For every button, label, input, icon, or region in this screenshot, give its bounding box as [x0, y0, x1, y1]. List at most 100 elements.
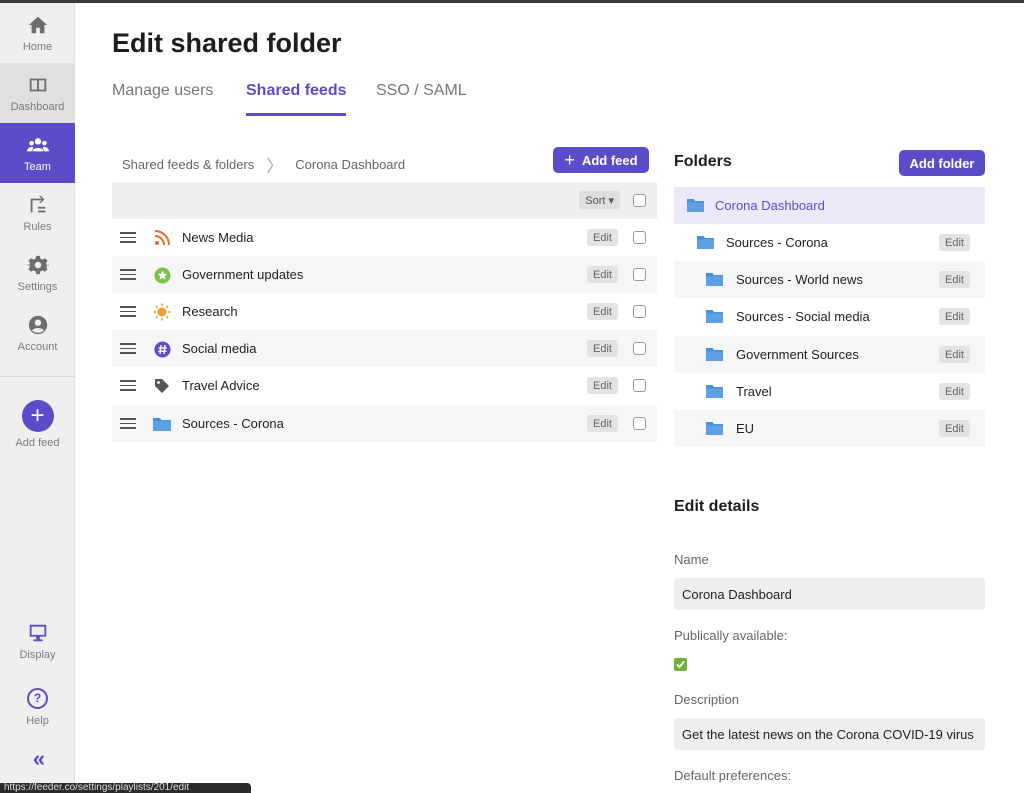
- edit-feed-button[interactable]: Edit: [587, 377, 618, 394]
- sidebar-item-home[interactable]: Home: [0, 3, 75, 63]
- edit-folder-button[interactable]: Edit: [939, 308, 970, 325]
- edit-feed-button[interactable]: Edit: [587, 340, 618, 357]
- edit-folder-button[interactable]: Edit: [939, 383, 970, 400]
- checkmark-icon: [676, 660, 685, 669]
- edit-folder-button[interactable]: Edit: [939, 271, 970, 288]
- folder-label: Sources - World news: [736, 272, 863, 287]
- window-top-border: [0, 0, 1024, 3]
- plus-icon: +: [564, 150, 575, 170]
- sidebar-item-account[interactable]: Account: [0, 303, 75, 363]
- folder-label: EU: [736, 421, 755, 436]
- breadcrumb-current: Corona Dashboard: [295, 157, 406, 172]
- tab-manage-users[interactable]: Manage users: [112, 82, 213, 113]
- feed-row[interactable]: Social media Edit: [112, 330, 657, 367]
- drag-handle-icon[interactable]: [120, 306, 136, 317]
- sidebar-item-help[interactable]: ? Help: [0, 677, 75, 737]
- folder-icon: [697, 236, 714, 249]
- sidebar-item-settings[interactable]: Settings: [0, 243, 75, 303]
- folder-row-sources-world-news[interactable]: Sources - World news Edit: [674, 261, 985, 298]
- edit-feed-button[interactable]: Edit: [587, 415, 618, 432]
- feed-label: Travel Advice: [182, 378, 260, 393]
- drag-handle-icon[interactable]: [120, 269, 136, 280]
- breadcrumb-root-link[interactable]: Shared feeds & folders: [122, 157, 254, 172]
- edit-folder-button[interactable]: Edit: [939, 420, 970, 437]
- drag-handle-icon[interactable]: [120, 343, 136, 354]
- plus-icon: +: [21, 399, 54, 432]
- edit-details-title: Edit details: [674, 498, 760, 515]
- folder-label: Corona Dashboard: [715, 198, 825, 213]
- description-field-label: Description: [674, 692, 740, 707]
- sidebar-item-label: Team: [24, 160, 51, 173]
- team-icon: [26, 137, 49, 151]
- public-field-label: Publically available:: [674, 628, 788, 643]
- feed-checkbox[interactable]: [633, 231, 646, 244]
- feed-row[interactable]: Sources - Corona Edit: [112, 405, 657, 442]
- folder-label: Sources - Corona: [726, 235, 828, 250]
- sidebar-item-label: Dashboard: [10, 100, 65, 113]
- rules-icon: [30, 195, 45, 212]
- sidebar-item-label: Settings: [17, 280, 58, 293]
- feed-checkbox[interactable]: [633, 342, 646, 355]
- feed-row[interactable]: Government updates Edit: [112, 256, 657, 293]
- edit-feed-button[interactable]: Edit: [587, 303, 618, 320]
- add-feed-button-label: Add feed: [581, 152, 638, 168]
- feed-label: News Media: [182, 230, 254, 245]
- name-field[interactable]: [674, 578, 985, 610]
- default-preferences-label: Default preferences:: [674, 768, 792, 783]
- sidebar-item-rules[interactable]: Rules: [0, 183, 75, 243]
- folder-row-sources-social-media[interactable]: Sources - Social media Edit: [674, 298, 985, 335]
- sidebar-item-team[interactable]: Team: [0, 123, 75, 183]
- feed-row[interactable]: Travel Advice Edit: [112, 367, 657, 404]
- sidebar: Home Dashboard Team Rules Settings Accou…: [0, 3, 75, 793]
- folder-row-government-sources[interactable]: Government Sources Edit: [674, 336, 985, 373]
- feed-row[interactable]: Research Edit: [112, 293, 657, 330]
- breadcrumb-separator-icon: 〉: [266, 157, 284, 176]
- folder-label: Travel: [736, 384, 772, 399]
- edit-folder-button[interactable]: Edit: [939, 234, 970, 251]
- folders-title: Folders: [674, 153, 732, 170]
- rss-icon: [153, 229, 171, 247]
- dashboard-icon: [29, 78, 46, 91]
- folder-row-eu[interactable]: EU Edit: [674, 410, 985, 447]
- drag-handle-icon[interactable]: [120, 380, 136, 391]
- feed-row[interactable]: News Media Edit: [112, 219, 657, 256]
- folder-row-corona-dashboard[interactable]: Corona Dashboard: [674, 187, 985, 224]
- tag-icon: [153, 377, 171, 395]
- double-chevron-left-icon: «: [32, 746, 45, 771]
- select-all-checkbox[interactable]: [633, 194, 646, 207]
- collapse-sidebar-button[interactable]: «: [0, 739, 75, 779]
- folder-label: Sources - Social media: [736, 309, 870, 324]
- breadcrumb: Shared feeds & folders 〉 Corona Dashboar…: [122, 152, 405, 177]
- drag-handle-icon[interactable]: [120, 418, 136, 429]
- feed-checkbox[interactable]: [633, 305, 646, 318]
- folder-row-sources-corona[interactable]: Sources - Corona Edit: [674, 224, 985, 261]
- edit-folder-button[interactable]: Edit: [939, 346, 970, 363]
- description-field[interactable]: [674, 718, 985, 750]
- folder-icon: [706, 310, 723, 323]
- sidebar-item-label: Home: [22, 40, 53, 53]
- tab-shared-feeds[interactable]: Shared feeds: [246, 82, 347, 116]
- edit-feed-button[interactable]: Edit: [587, 229, 618, 246]
- feed-label: Sources - Corona: [182, 416, 284, 431]
- sidebar-item-label: Display: [19, 648, 56, 661]
- folder-icon: [706, 273, 723, 286]
- monitor-icon: [29, 624, 46, 641]
- sidebar-item-add-feed[interactable]: + Add feed: [0, 393, 75, 455]
- hashtag-icon: [153, 340, 171, 358]
- folder-row-travel[interactable]: Travel Edit: [674, 373, 985, 410]
- feed-checkbox[interactable]: [633, 268, 646, 281]
- publicly-available-checkbox[interactable]: [674, 658, 687, 671]
- sort-button[interactable]: Sort ▾: [579, 191, 620, 209]
- sidebar-item-display[interactable]: Display: [0, 611, 75, 671]
- account-icon: [28, 315, 47, 334]
- folder-icon: [706, 348, 723, 361]
- add-folder-button[interactable]: Add folder: [899, 150, 985, 176]
- sidebar-item-dashboard[interactable]: Dashboard: [0, 63, 75, 123]
- tab-sso-saml[interactable]: SSO / SAML: [376, 82, 467, 113]
- edit-feed-button[interactable]: Edit: [587, 266, 618, 283]
- feed-checkbox[interactable]: [633, 417, 646, 430]
- feed-label: Social media: [182, 341, 257, 356]
- drag-handle-icon[interactable]: [120, 232, 136, 243]
- feed-checkbox[interactable]: [633, 379, 646, 392]
- add-feed-button[interactable]: + Add feed: [553, 147, 649, 173]
